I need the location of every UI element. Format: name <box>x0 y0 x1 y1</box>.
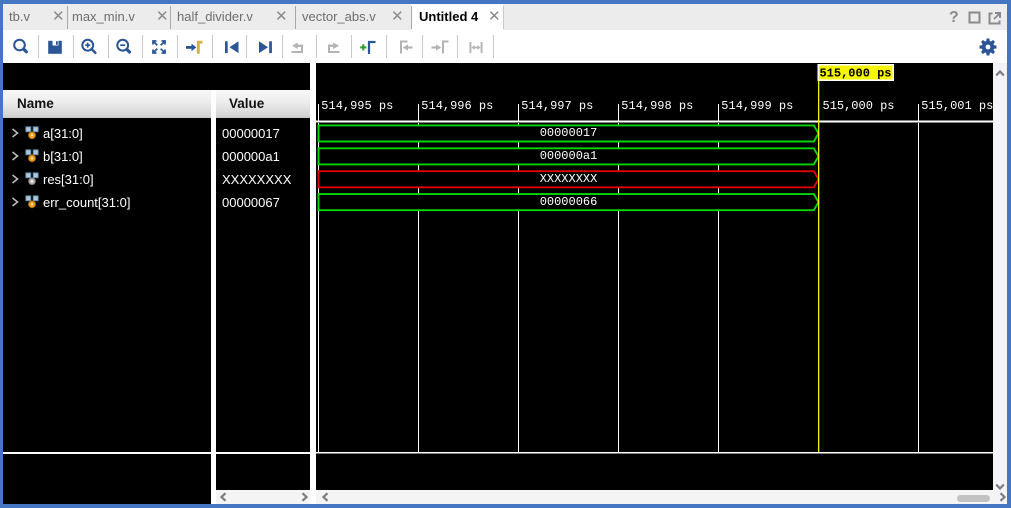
svg-text:515,000 ps: 515,000 ps <box>819 67 891 81</box>
svg-text:514,999 ps: 514,999 ps <box>721 99 793 113</box>
svg-text:515,000 ps: 515,000 ps <box>822 99 894 113</box>
svg-text:515,001 ps: 515,001 ps <box>921 99 993 113</box>
svg-text:000000a1: 000000a1 <box>539 149 597 163</box>
svg-text:514,998 ps: 514,998 ps <box>621 99 693 113</box>
svg-text:514,996 ps: 514,996 ps <box>421 99 493 113</box>
svg-text:514,997 ps: 514,997 ps <box>521 99 593 113</box>
svg-text:00000017: 00000017 <box>539 126 597 140</box>
svg-text:XXXXXXXX: XXXXXXXX <box>539 172 597 186</box>
svg-text:514,995 ps: 514,995 ps <box>321 99 393 113</box>
svg-text:00000066: 00000066 <box>539 195 597 209</box>
